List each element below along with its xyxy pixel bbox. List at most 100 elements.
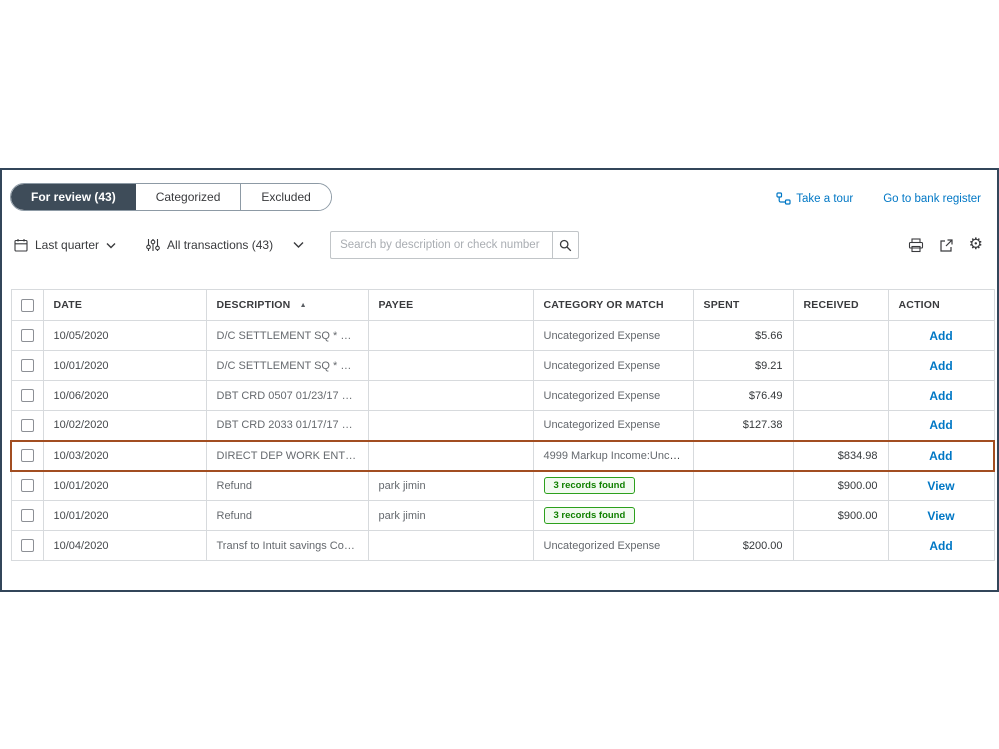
header-links: Take a tour Go to bank register <box>776 192 981 205</box>
action-link[interactable]: Add <box>887 350 995 381</box>
col-spent[interactable]: SPENT <box>692 289 794 321</box>
action-link[interactable]: Add <box>887 439 995 472</box>
checkbox-cell <box>10 530 44 561</box>
row-checkbox[interactable] <box>20 449 34 462</box>
tab-for-review[interactable]: For review (43) <box>11 184 136 210</box>
checkbox-cell <box>10 439 44 472</box>
checkbox-cell <box>10 500 44 531</box>
sort-asc-icon: ▲ <box>299 302 307 309</box>
table-toolbar: ⚙ <box>908 237 983 253</box>
received-cell: $900.00 <box>792 470 889 501</box>
received-cell: $900.00 <box>792 500 889 531</box>
category-text: Uncategorized Expense <box>543 539 661 552</box>
row-checkbox[interactable] <box>20 509 34 522</box>
description-cell: DIRECT DEP WORK ENTERPRIS... <box>205 439 369 472</box>
col-action[interactable]: ACTION <box>887 289 995 321</box>
transaction-type-filter[interactable]: All transactions (43) <box>146 238 273 252</box>
action-link[interactable]: Add <box>887 410 995 441</box>
transaction-type-chevron-icon[interactable] <box>293 241 304 249</box>
category-text: Uncategorized Expense <box>543 389 661 402</box>
category-cell: Uncategorized Expense <box>532 530 694 561</box>
col-description[interactable]: DESCRIPTION ▲ <box>205 289 369 321</box>
export-icon[interactable] <box>939 238 954 253</box>
category-text: Uncategorized Expense <box>543 329 661 342</box>
description-cell: DBT CRD 0507 01/23/17 00035... <box>205 380 369 411</box>
spent-cell <box>692 439 794 472</box>
row-checkbox[interactable] <box>20 359 34 372</box>
description-cell: Refund <box>205 470 369 501</box>
search-button[interactable] <box>552 231 580 259</box>
received-cell <box>792 410 889 441</box>
payee-cell <box>367 530 534 561</box>
action-link[interactable]: View <box>887 470 995 501</box>
calendar-icon <box>14 238 28 252</box>
date-range-filter[interactable]: Last quarter <box>14 238 116 252</box>
settings-gear-icon[interactable]: ⚙ <box>969 237 983 253</box>
select-all-checkbox[interactable] <box>20 298 34 312</box>
received-cell <box>792 530 889 561</box>
payee-cell <box>367 380 534 411</box>
print-icon[interactable] <box>908 237 924 253</box>
take-a-tour-link[interactable]: Take a tour <box>776 192 853 205</box>
date-cell: 10/03/2020 <box>42 439 207 472</box>
description-cell: DBT CRD 2033 01/17/17 00023... <box>205 410 369 441</box>
records-found-badge[interactable]: 3 records found <box>543 507 636 524</box>
payee-cell: park jimin <box>367 470 534 501</box>
received-cell <box>792 350 889 381</box>
spent-cell <box>692 500 794 531</box>
received-cell <box>792 380 889 411</box>
checkbox-cell <box>10 350 44 381</box>
date-cell: 10/01/2020 <box>42 500 207 531</box>
category-text: 4999 Markup Income:Uncategoriz <box>543 449 693 462</box>
action-link[interactable]: Add <box>887 320 995 351</box>
table-row: 10/02/2020 DBT CRD 2033 01/17/17 00023..… <box>10 410 995 441</box>
filter-sliders-icon <box>146 238 160 252</box>
tour-icon <box>776 192 791 205</box>
description-cell: D/C SETTLEMENT SQ * GRUBB... <box>205 350 369 381</box>
col-category-or-match[interactable]: CATEGORY OR MATCH <box>532 289 694 321</box>
go-to-bank-register-link[interactable]: Go to bank register <box>883 193 981 205</box>
take-a-tour-label: Take a tour <box>796 192 854 205</box>
spent-cell: $127.38 <box>692 410 794 441</box>
chevron-down-icon <box>106 242 116 249</box>
transactions-panel: For review (43) Categorized Excluded Tak… <box>0 168 999 592</box>
banking-transactions-screen: For review (43) Categorized Excluded Tak… <box>0 0 999 749</box>
received-cell: $834.98 <box>792 439 889 472</box>
search-input[interactable] <box>330 231 553 259</box>
payee-cell <box>367 320 534 351</box>
action-link[interactable]: Add <box>887 380 995 411</box>
date-cell: 10/04/2020 <box>42 530 207 561</box>
action-link[interactable]: Add <box>887 530 995 561</box>
transactions-body: 10/05/2020 D/C SETTLEMENT SQ * EATIN ...… <box>10 320 995 561</box>
checkbox-cell <box>10 380 44 411</box>
transactions-table: DATE DESCRIPTION ▲ PAYEE CATEGORY OR MAT… <box>10 289 995 561</box>
transaction-type-label: All transactions (43) <box>167 238 274 252</box>
checkbox-cell <box>10 320 44 351</box>
spent-cell <box>692 470 794 501</box>
records-found-badge[interactable]: 3 records found <box>543 477 636 495</box>
tab-excluded[interactable]: Excluded <box>241 184 331 210</box>
search-box <box>330 231 580 259</box>
col-description-label: DESCRIPTION <box>216 299 291 311</box>
spent-cell: $200.00 <box>692 530 794 561</box>
checkbox-cell <box>10 470 44 501</box>
row-checkbox[interactable] <box>20 389 34 402</box>
table-row: 10/06/2020 DBT CRD 0507 01/23/17 00035..… <box>10 380 995 411</box>
table-row: 10/01/2020 Refund park jimin 3 records f… <box>10 470 995 501</box>
table-row: 10/04/2020 Transf to Intuit savings Conf… <box>10 530 995 561</box>
transactions-table-wrap: DATE DESCRIPTION ▲ PAYEE CATEGORY OR MAT… <box>10 289 995 561</box>
category-text: Uncategorized Expense <box>543 419 661 432</box>
row-checkbox[interactable] <box>20 479 34 493</box>
tab-categorized[interactable]: Categorized <box>135 184 242 210</box>
col-received[interactable]: RECEIVED <box>792 289 889 321</box>
received-cell <box>792 320 889 351</box>
date-cell: 10/01/2020 <box>42 470 207 501</box>
category-text: Uncategorized Expense <box>543 359 661 372</box>
col-payee[interactable]: PAYEE <box>367 289 534 321</box>
row-checkbox[interactable] <box>20 418 34 432</box>
row-checkbox[interactable] <box>20 329 34 342</box>
col-date[interactable]: DATE <box>42 289 207 321</box>
action-link[interactable]: View <box>887 500 995 531</box>
row-checkbox[interactable] <box>20 539 34 552</box>
filter-bar: Last quarter All transactions (43) Searc… <box>14 231 983 259</box>
